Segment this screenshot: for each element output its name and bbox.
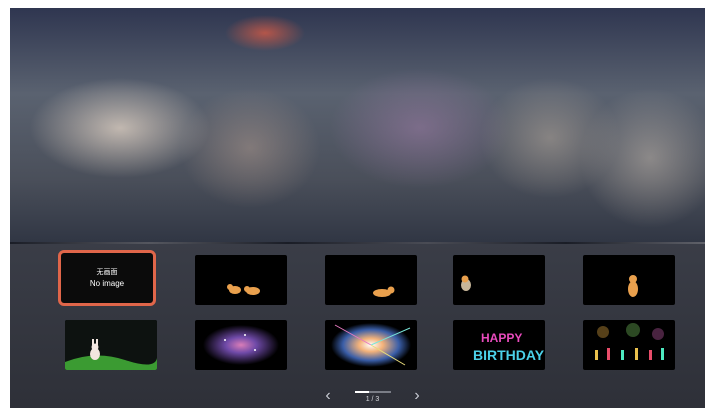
happy-birthday-tile[interactable]: HAPPY BIRTHDAY xyxy=(453,320,545,370)
cat-small-tile[interactable] xyxy=(453,255,545,305)
nebula-image xyxy=(203,325,279,365)
next-page-button[interactable]: › xyxy=(409,386,425,406)
happy-birthday-image: HAPPY BIRTHDAY xyxy=(473,331,545,363)
cat-sitting-tile[interactable] xyxy=(583,255,675,305)
nebula-tile[interactable] xyxy=(195,320,287,370)
page-progress-fill xyxy=(354,391,369,393)
no-image-label-cn: 无画面 xyxy=(96,268,118,276)
previous-page-button[interactable]: ‹ xyxy=(320,386,336,406)
cat-lying-tile[interactable] xyxy=(325,255,417,305)
no-image-tile[interactable]: 无画面 No image xyxy=(58,250,156,306)
svg-text:BIRTHDAY: BIRTHDAY xyxy=(473,347,545,363)
fireworks-tile[interactable] xyxy=(325,320,417,370)
cat-sitting-image xyxy=(628,275,638,297)
svg-text:HAPPY: HAPPY xyxy=(481,331,522,345)
page-indicator: 1 / 3 xyxy=(343,385,403,407)
no-image-label-en: No image xyxy=(89,278,125,288)
birthday-candles-tile[interactable] xyxy=(583,320,675,370)
cat-lying-image xyxy=(373,286,395,297)
bunny-meadow-tile[interactable] xyxy=(65,320,157,370)
cat-small-image xyxy=(461,275,471,291)
cats-pair-image xyxy=(227,284,260,295)
cats-pair-tile[interactable] xyxy=(195,255,287,305)
pagination: ‹ 1 / 3 › xyxy=(320,384,425,408)
theme-grid: 无画面 No image HAPPY BIRTHDAY xyxy=(10,8,705,408)
fireworks-image xyxy=(331,323,411,367)
page-number: 1 / 3 xyxy=(365,396,380,403)
screen: 无画面 No image HAPPY BIRTHDAY ‹ 1 / 3 › xyxy=(10,8,705,408)
birthday-candles-image xyxy=(595,323,664,360)
bunny-meadow-image xyxy=(65,320,157,370)
